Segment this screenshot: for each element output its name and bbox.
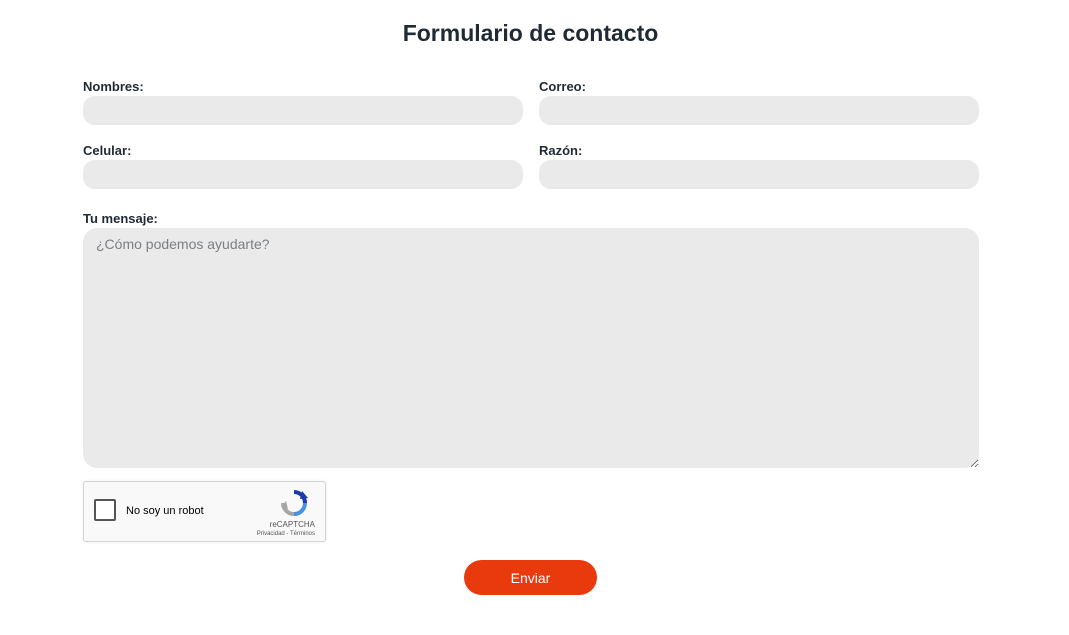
mensaje-textarea[interactable] (83, 228, 979, 468)
nombres-field[interactable] (83, 96, 523, 125)
contact-form-page: Formulario de contacto Nombres: Correo: … (0, 0, 1069, 635)
celular-label: Celular: (83, 143, 132, 158)
page-title: Formulario de contacto (402, 20, 659, 46)
recaptcha-checkbox[interactable] (94, 499, 116, 521)
recaptcha-checkbox-label: No soy un robot (126, 505, 204, 517)
recaptcha-links[interactable]: Privacidad - Términos (257, 531, 315, 537)
correo-label: Correo: (539, 79, 586, 94)
razon-field[interactable] (539, 160, 979, 189)
celular-field[interactable] (83, 160, 523, 189)
submit-button[interactable]: Enviar (464, 560, 597, 595)
mensaje-label: Tu mensaje: (83, 211, 158, 226)
nombres-label: Nombres: (83, 79, 144, 94)
correo-field[interactable] (539, 96, 979, 125)
recaptcha-widget: No soy un robot reCAPTCHA Privacidad - T… (83, 481, 326, 542)
recaptcha-logo-icon (281, 490, 308, 516)
razon-label: Razón: (539, 143, 583, 158)
recaptcha-brand: reCAPTCHA (269, 520, 315, 529)
